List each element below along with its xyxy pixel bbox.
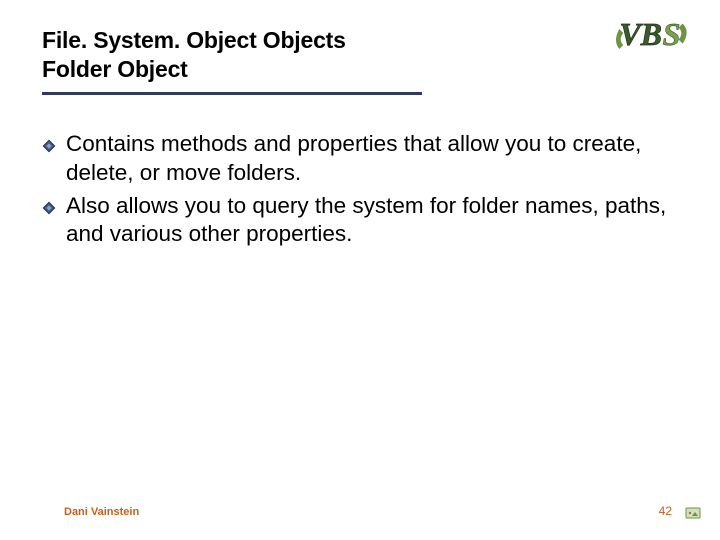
title-line-1: File. System. Object Objects [42, 26, 600, 55]
diamond-bullet-icon [42, 139, 56, 153]
footer-author: Dani Vainstein [64, 506, 139, 518]
bullet-text: Contains methods and properties that all… [66, 130, 670, 188]
slide: VB S File. System. Object Objects Folder… [0, 0, 720, 540]
slide-title: File. System. Object Objects Folder Obje… [42, 26, 600, 84]
footer-page-number: 42 [659, 504, 672, 518]
title-line-2: Folder Object [42, 55, 600, 84]
list-item: Also allows you to query the system for … [42, 192, 670, 250]
content-body: Contains methods and properties that all… [42, 130, 670, 253]
svg-text:VB: VB [619, 16, 662, 52]
footer-decorative-icon [684, 504, 702, 522]
list-item: Contains methods and properties that all… [42, 130, 670, 188]
vbs-logo: VB S [616, 10, 696, 64]
svg-text:S: S [663, 16, 681, 52]
diamond-bullet-icon [42, 201, 56, 215]
title-underline [42, 92, 422, 95]
bullet-text: Also allows you to query the system for … [66, 192, 670, 250]
